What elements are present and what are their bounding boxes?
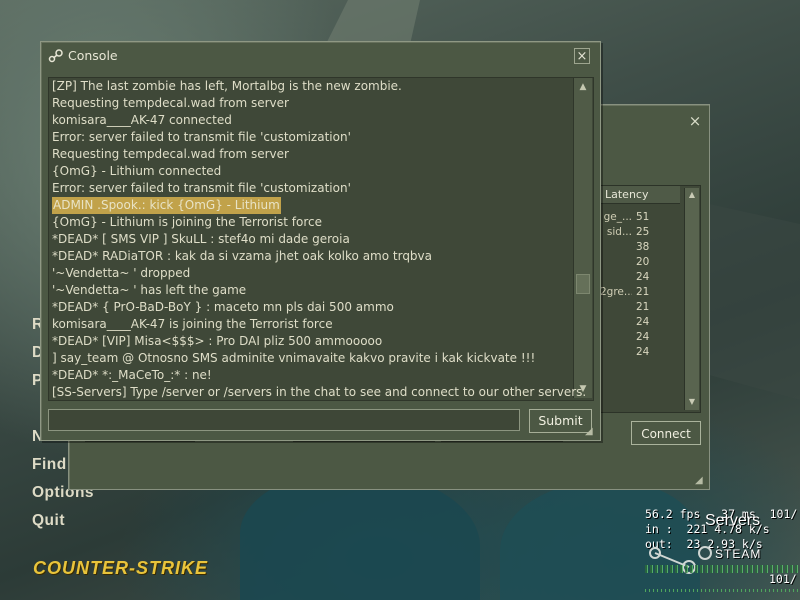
console-line: *DEAD* RADiaTOR : kak da si vzama jhet o… xyxy=(52,249,433,263)
console-window: Console × ▲ ▼ [ZP] The last zombie has l… xyxy=(40,41,601,441)
server-row[interactable]: 24 xyxy=(600,345,684,360)
latency-value: 24 xyxy=(636,331,650,343)
server-row[interactable]: 38 xyxy=(600,240,684,255)
latency-value: 24 xyxy=(636,316,650,328)
server-row[interactable]: sid... 25 xyxy=(600,225,684,240)
latency-value: 51 xyxy=(636,211,650,223)
latency-value: 24 xyxy=(636,346,650,358)
command-input[interactable] xyxy=(48,409,520,431)
netgraph-baseline xyxy=(645,589,800,592)
console-line: Requesting tempdecal.wad from server xyxy=(52,96,289,110)
console-line: *DEAD* [VIP] Misa<$$$> : Pro DAI pliz 50… xyxy=(52,334,383,348)
console-line: {OmG} - Lithium connected xyxy=(52,164,222,178)
console-line: komisara____AK-47 is joining the Terrori… xyxy=(52,317,333,331)
scroll-down-icon[interactable]: ▼ xyxy=(686,396,698,408)
console-line: {OmG} - Lithium is joining the Terrorist… xyxy=(52,215,322,229)
steam-label: STEAM xyxy=(715,547,762,561)
console-line: [SS-Servers] Type /server or /servers in… xyxy=(52,385,587,399)
console-line: '~Vendetta~ ' dropped xyxy=(52,266,191,280)
latency-list: ge_... 51 sid... 25 38 20 24 2gre... 21 21 24 24 24 xyxy=(600,210,684,360)
server-row[interactable]: 20 xyxy=(600,255,684,270)
server-row[interactable]: 24 xyxy=(600,330,684,345)
steam-icon xyxy=(48,49,63,63)
scroll-up-icon[interactable]: ▲ xyxy=(576,80,590,94)
servers-watermark: Servers xyxy=(705,512,761,529)
console-output[interactable]: ▲ ▼ [ZP] The last zombie has left, Morta… xyxy=(48,77,594,401)
server-list: Latency ge_... 51 sid... 25 38 20 24 2gre... 21 2… xyxy=(597,185,701,413)
connect-button[interactable]: Connect xyxy=(631,421,701,445)
console-line: '~Vendetta~ ' has left the game xyxy=(52,283,247,297)
server-row[interactable]: ge_... 51 xyxy=(600,210,684,225)
netgraph-right-value: 101/ xyxy=(769,572,797,586)
console-line: [ZP] The last zombie has left, Mortalbg … xyxy=(52,79,402,93)
server-row[interactable]: 21 xyxy=(600,300,684,315)
console-line: Requesting tempdecal.wad from server xyxy=(52,147,289,161)
server-name-fragment: sid... xyxy=(606,226,632,238)
close-icon[interactable]: × xyxy=(687,113,703,129)
menu-item-find-servers[interactable]: Find xyxy=(32,456,67,474)
scrollbar-thumb[interactable] xyxy=(576,274,590,294)
counter-strike-logo: COUNTER-STRIKE xyxy=(33,558,208,579)
netgraph: 56.2 fps 37 ms 101/ in : 221 4.78 k/s Se… xyxy=(645,505,800,600)
close-icon[interactable]: × xyxy=(574,48,590,64)
server-row[interactable]: 24 xyxy=(600,315,684,330)
server-name-fragment: ge_... xyxy=(603,211,632,223)
latency-value: 21 xyxy=(636,301,650,313)
latency-value: 25 xyxy=(636,226,650,238)
latency-value: 20 xyxy=(636,256,650,268)
console-titlebar[interactable]: Console × xyxy=(41,42,598,70)
console-line: *DEAD* [ SMS VIP ] SkuLL : stef4o mi dad… xyxy=(52,232,350,246)
console-line: Error: server failed to transmit file 'c… xyxy=(52,181,351,195)
console-line: *DEAD* { PrO-BaD-BoY } : maceto mn pls d… xyxy=(52,300,394,314)
scroll-up-icon[interactable]: ▲ xyxy=(686,189,698,201)
console-line: komisara____AK-47 connected xyxy=(52,113,232,127)
console-line: *DEAD* *:_MaCeTo_:* : ne! xyxy=(52,368,212,382)
console-title: Console xyxy=(68,48,118,63)
resize-grip-icon[interactable]: ◢ xyxy=(585,426,597,438)
submit-button[interactable]: Submit xyxy=(529,409,592,433)
console-line-highlighted: ADMIN .Spook.: kick {OmG} - Lithium xyxy=(52,197,281,214)
server-name-fragment: 2gre... xyxy=(600,286,632,298)
menu-item-quit[interactable]: Quit xyxy=(32,512,65,530)
console-scrollbar[interactable]: ▲ ▼ xyxy=(573,78,592,398)
column-header-latency[interactable]: Latency xyxy=(600,186,680,204)
resize-grip-icon[interactable]: ◢ xyxy=(695,475,707,487)
console-line: Error: server failed to transmit file 'c… xyxy=(52,130,351,144)
latency-value: 21 xyxy=(636,286,650,298)
latency-value: 24 xyxy=(636,271,650,283)
latency-value: 38 xyxy=(636,241,650,253)
server-list-scrollbar[interactable]: ▲ ▼ xyxy=(684,188,699,410)
logo-text: COUNTER-STRIKE xyxy=(33,558,208,578)
server-row[interactable]: 2gre... 21 xyxy=(600,285,684,300)
server-row[interactable]: 24 xyxy=(600,270,684,285)
console-line: ] say_team @ Otnosno SMS adminite vnimav… xyxy=(52,351,536,365)
